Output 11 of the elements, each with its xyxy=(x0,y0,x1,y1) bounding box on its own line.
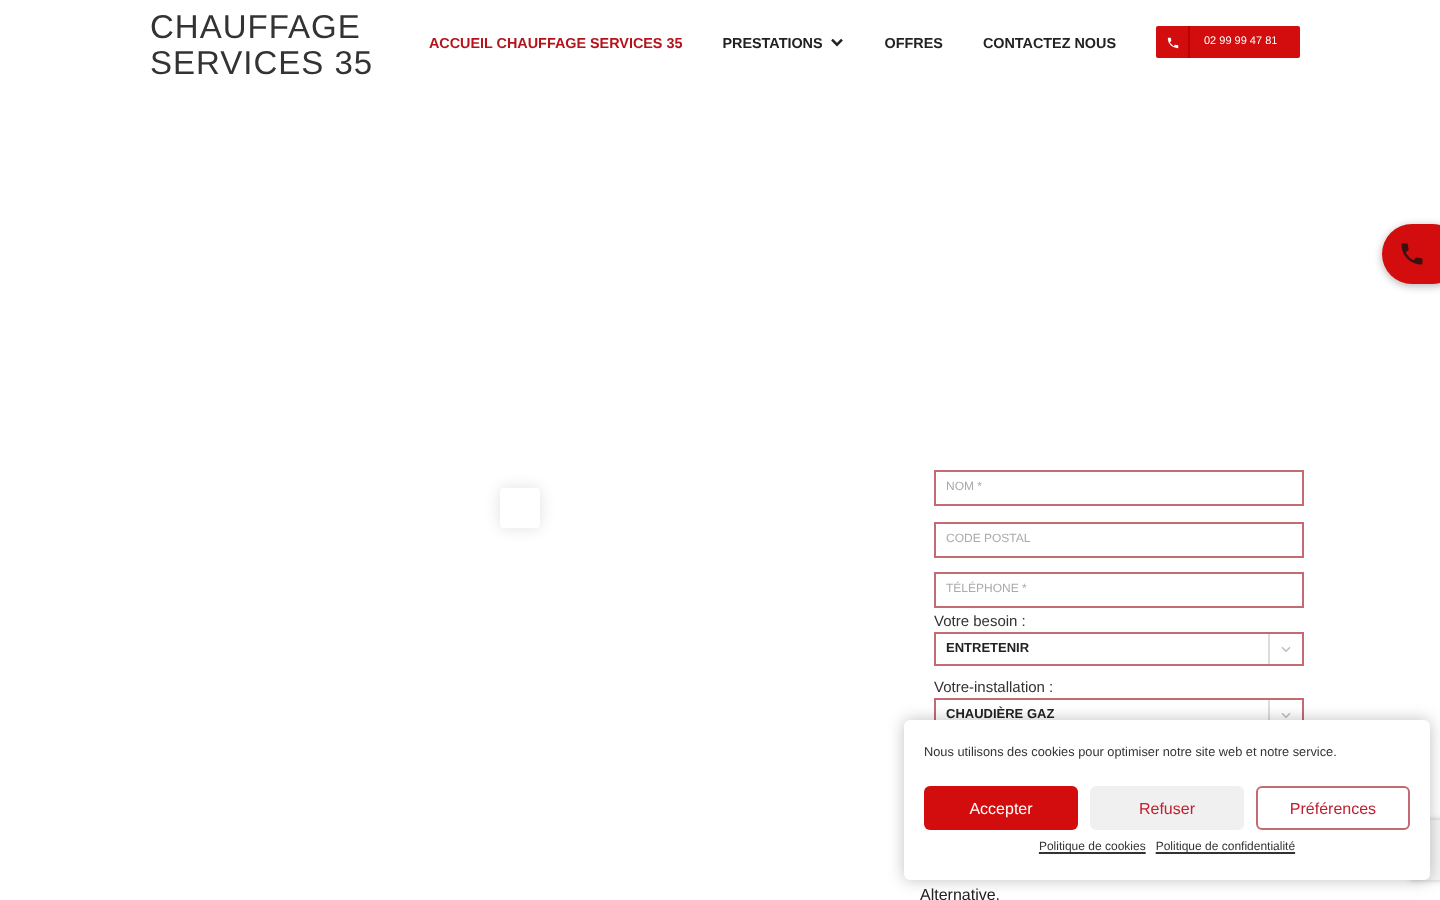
note-text: Alternative. xyxy=(920,886,1003,900)
chevron-down-icon xyxy=(830,37,845,47)
phone-icon xyxy=(1165,35,1179,49)
phone-icon xyxy=(1398,240,1426,268)
cookie-button[interactable]: Accepter xyxy=(924,786,1078,830)
call-button[interactable] xyxy=(1382,224,1440,284)
site-logo[interactable]: CHAUFFAGE SERVICES 35 xyxy=(150,10,397,82)
chevron-down-icon xyxy=(1280,711,1292,719)
chevron-down-icon xyxy=(1280,645,1292,653)
cookie-button[interactable]: Préférences xyxy=(1256,786,1410,830)
cookie-button[interactable]: Refuser xyxy=(1090,786,1244,830)
